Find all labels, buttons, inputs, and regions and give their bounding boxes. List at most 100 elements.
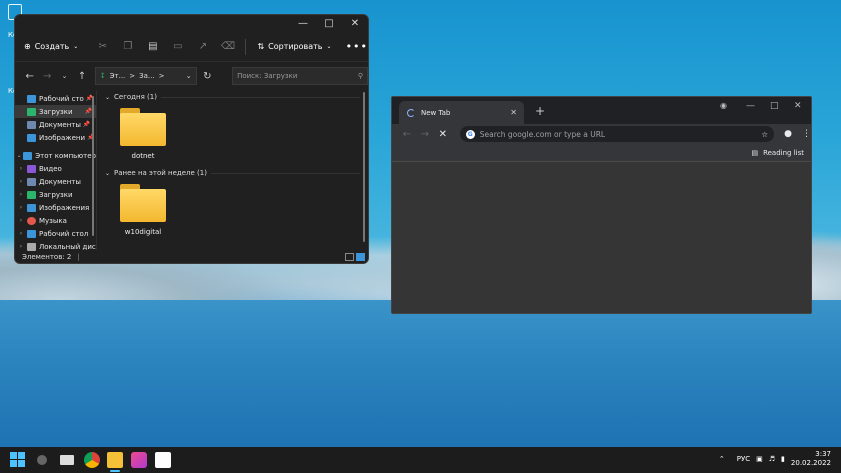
battery-icon[interactable]: ▮ xyxy=(781,455,785,463)
minimize-icon[interactable]: — xyxy=(290,18,316,29)
volume-icon[interactable]: ♬ xyxy=(769,455,775,463)
start-windows-icon[interactable] xyxy=(10,452,25,467)
chevron-right-icon[interactable]: › xyxy=(15,165,27,172)
wallpaper-lake xyxy=(0,300,841,447)
nav-label: Документы xyxy=(39,120,81,129)
sort-button-label: Сортировать xyxy=(268,42,323,51)
stop-loading-icon[interactable]: ✕ xyxy=(434,129,452,140)
share-icon[interactable]: ↗ xyxy=(190,41,215,52)
pictures-icon xyxy=(27,133,36,142)
file-explorer-window: — □ ✕ ⊕ Создать ⌄ ✂ ❐ ▤ ▭ ↗ ⌫ ⇅ Сортиров… xyxy=(14,14,369,264)
nav-item-desktop[interactable]: Рабочий сто 📌 xyxy=(15,92,96,105)
sort-button[interactable]: ⇅ Сортировать ⌄ xyxy=(251,42,331,51)
chevron-right-icon[interactable]: › xyxy=(15,191,27,198)
search-placeholder: Поиск: Загрузки xyxy=(237,72,298,80)
copy-icon[interactable]: ❐ xyxy=(115,41,140,52)
new-tab-plus-icon[interactable]: + xyxy=(535,104,545,118)
menu-kebab-icon[interactable]: ⋮ xyxy=(802,129,811,139)
up-arrow-icon[interactable]: ↑ xyxy=(73,71,90,82)
maximize-icon[interactable]: □ xyxy=(770,101,779,111)
cut-icon[interactable]: ✂ xyxy=(90,41,115,52)
delete-icon[interactable]: ⌫ xyxy=(215,41,240,52)
back-arrow-icon[interactable]: ← xyxy=(398,129,416,140)
downloads-icon: ↧ xyxy=(99,72,106,80)
chevron-down-icon: ⌄ xyxy=(105,169,111,177)
minimize-icon[interactable]: — xyxy=(746,101,755,111)
tab-strip: New Tab ✕ + ◉ — □ ✕ xyxy=(392,97,811,124)
media-player-icon[interactable] xyxy=(131,452,147,468)
file-explorer-icon[interactable] xyxy=(107,452,123,468)
search-icon[interactable] xyxy=(37,455,47,465)
status-separator: | xyxy=(77,253,80,261)
close-icon[interactable]: ✕ xyxy=(342,18,368,29)
store-icon[interactable] xyxy=(155,452,171,468)
group-divider xyxy=(210,172,360,174)
group-header[interactable]: ⌄ Ранее на этой неделе (1) xyxy=(105,166,368,180)
nav-item-documents[interactable]: › Документы xyxy=(15,175,96,188)
pictures-icon xyxy=(27,203,36,212)
chevron-right-icon[interactable]: › xyxy=(15,243,27,250)
chevron-right-icon[interactable]: › xyxy=(15,230,27,237)
network-icon[interactable]: ▣ xyxy=(756,455,763,463)
tab-search-icon[interactable]: ◉ xyxy=(720,101,727,110)
new-button[interactable]: ⊕ Создать ⌄ xyxy=(24,42,90,51)
chevron-down-icon[interactable]: ⌄ xyxy=(15,152,23,159)
close-icon[interactable]: ✕ xyxy=(794,101,802,111)
sort-icon: ⇅ xyxy=(257,42,265,51)
recent-chevron-icon[interactable]: ⌄ xyxy=(56,72,73,80)
music-icon xyxy=(27,216,36,225)
language-indicator[interactable]: РУС xyxy=(737,455,750,463)
desktop-icon xyxy=(27,94,36,103)
forward-arrow-icon[interactable]: → xyxy=(38,71,55,82)
videos-icon xyxy=(27,164,36,173)
nav-item-documents[interactable]: Документы 📌 xyxy=(15,118,96,131)
reading-list-button[interactable]: Reading list xyxy=(763,149,804,157)
nav-item-videos[interactable]: › Видео xyxy=(15,162,96,175)
breadcrumb-downloads[interactable]: За... xyxy=(139,72,154,80)
chrome-window: New Tab ✕ + ◉ — □ ✕ ← → ✕ G Search googl… xyxy=(391,96,812,314)
breadcrumb-this-pc[interactable]: Эт... xyxy=(110,72,126,80)
chevron-down-icon[interactable]: ⌄ xyxy=(186,72,192,80)
nav-scrollbar[interactable] xyxy=(92,96,94,236)
chevron-right-icon[interactable]: › xyxy=(15,178,27,185)
clock[interactable]: 3:37 20.02.2022 xyxy=(791,450,831,468)
forward-arrow-icon[interactable]: → xyxy=(416,129,434,140)
folder-item[interactable]: w10digital xyxy=(113,184,173,236)
details-view-icon[interactable] xyxy=(345,253,354,261)
chevron-up-icon[interactable]: ⌃ xyxy=(719,455,725,463)
paste-icon[interactable]: ▤ xyxy=(140,41,165,52)
nav-item-pictures[interactable]: Изображени 📌 xyxy=(15,131,96,144)
nav-item-downloads[interactable]: Загрузки 📌 xyxy=(15,105,96,118)
item-count: Элементов: 2 xyxy=(22,253,72,261)
tab-new-tab[interactable]: New Tab ✕ xyxy=(399,101,524,124)
more-options-button[interactable]: ••• xyxy=(332,40,368,53)
rename-icon[interactable]: ▭ xyxy=(165,41,190,52)
profile-icon[interactable]: ● xyxy=(784,129,792,139)
maximize-icon[interactable]: □ xyxy=(316,18,342,29)
back-arrow-icon[interactable]: ← xyxy=(21,71,38,82)
chevron-right-icon[interactable]: › xyxy=(15,204,27,211)
nav-item-music[interactable]: › Музыка xyxy=(15,214,96,227)
nav-item-pictures[interactable]: › Изображения xyxy=(15,201,96,214)
pin-icon: 📌 xyxy=(84,108,93,115)
refresh-icon[interactable]: ↻ xyxy=(199,71,216,82)
command-bar: ⊕ Создать ⌄ ✂ ❐ ▤ ▭ ↗ ⌫ ⇅ Сортировать ⌄ … xyxy=(15,32,368,62)
omnibox[interactable]: G Search google.com or type a URL ☆ xyxy=(459,126,775,142)
nav-item-desktop[interactable]: › Рабочий стол xyxy=(15,227,96,240)
chevron-right-icon[interactable]: › xyxy=(15,217,27,224)
address-bar[interactable]: ↧ Эт... > За... > ⌄ xyxy=(94,67,197,85)
task-view-icon[interactable] xyxy=(60,455,74,465)
loading-spinner-icon xyxy=(407,108,415,117)
chrome-icon[interactable] xyxy=(84,452,100,468)
tab-close-icon[interactable]: ✕ xyxy=(510,108,517,117)
tiles-view-icon[interactable] xyxy=(356,253,365,261)
folder-item[interactable]: dotnet xyxy=(113,108,173,160)
group-header[interactable]: ⌄ Сегодня (1) xyxy=(105,90,368,104)
bookmark-star-icon[interactable]: ☆ xyxy=(761,130,768,139)
search-box[interactable]: Поиск: Загрузки ⚲ xyxy=(232,67,368,85)
nav-item-downloads[interactable]: › Загрузки xyxy=(15,188,96,201)
nav-label: Загрузки xyxy=(39,107,73,116)
content-scrollbar[interactable] xyxy=(363,92,365,242)
nav-item-this-pc[interactable]: ⌄ Этот компьютер xyxy=(15,149,96,162)
address-bar-row: ← → ⌄ ↑ ↧ Эт... > За... > ⌄ ↻ Поиск: Заг… xyxy=(15,62,368,90)
